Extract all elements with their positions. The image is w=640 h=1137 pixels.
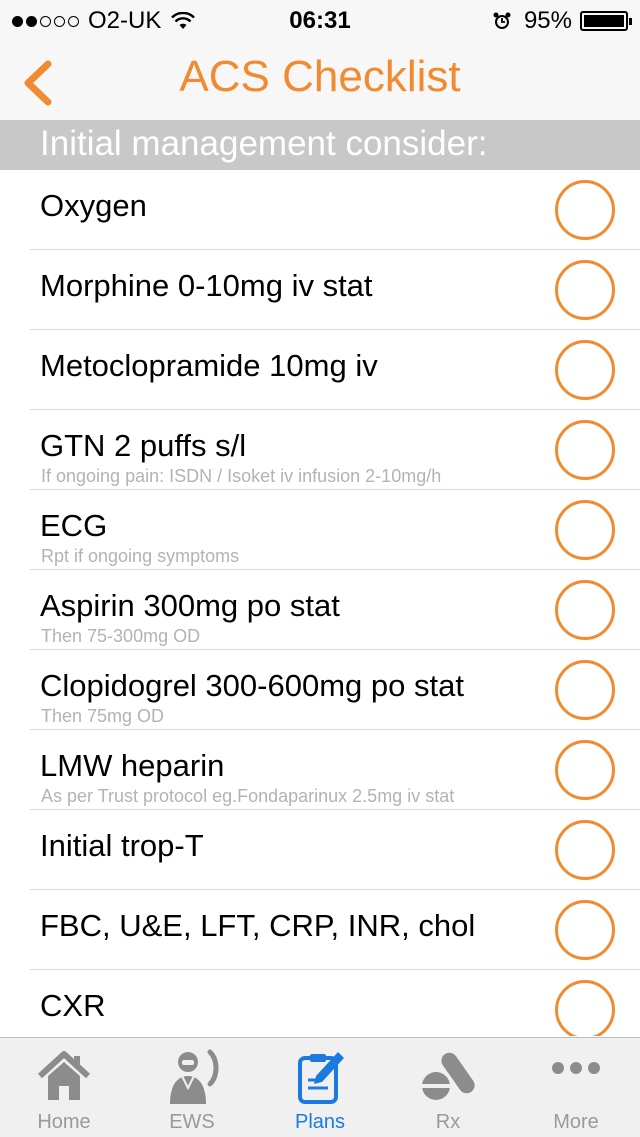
section-header: Initial management consider: [0, 120, 640, 170]
tab-more[interactable]: More [512, 1038, 640, 1137]
tab-plans[interactable]: Plans [256, 1038, 384, 1137]
checkbox-circle[interactable] [555, 420, 615, 480]
checklist-item-metoclopramide[interactable]: Metoclopramide 10mg iv [30, 330, 640, 410]
page-title: ACS Checklist [179, 52, 461, 101]
checklist-item-cxr[interactable]: CXR [30, 970, 640, 1036]
checklist-item-oxygen[interactable]: Oxygen [30, 170, 640, 250]
item-title: Clopidogrel 300-600mg po stat [40, 668, 464, 703]
checklist[interactable]: Oxygen Morphine 0-10mg iv stat Metoclopr… [0, 170, 640, 1036]
item-subtitle: If ongoing pain: ISDN / Isoket iv infusi… [41, 466, 442, 486]
tab-home[interactable]: Home [0, 1038, 128, 1137]
checkbox-circle[interactable] [555, 180, 615, 240]
item-subtitle: Then 75-300mg OD [41, 626, 201, 646]
alarm-clock-icon [493, 12, 511, 29]
item-title: FBC, U&E, LFT, CRP, INR, chol [40, 908, 476, 943]
tab-label: Home [37, 1111, 91, 1133]
checklist-item-gtn[interactable]: GTN 2 puffs s/l If ongoing pain: ISDN / … [30, 410, 640, 490]
checklist-item-lmw-heparin[interactable]: LMW heparin As per Trust protocol eg.Fon… [30, 730, 640, 810]
item-title: Oxygen [40, 188, 147, 223]
item-title: ECG [40, 508, 108, 543]
battery-icon [580, 11, 632, 31]
clipboard-pen-icon [298, 1052, 344, 1104]
checklist-item-aspirin[interactable]: Aspirin 300mg po stat Then 75-300mg OD [30, 570, 640, 650]
tab-label: Plans [294, 1111, 346, 1133]
checklist-item-clopidogrel[interactable]: Clopidogrel 300-600mg po stat Then 75mg … [30, 650, 640, 730]
item-subtitle: As per Trust protocol eg.Fondaparinux 2.… [41, 786, 455, 806]
item-title: Morphine 0-10mg iv stat [40, 268, 373, 303]
checkbox-circle[interactable] [555, 900, 615, 960]
checkbox-circle[interactable] [555, 580, 615, 640]
pills-icon [422, 1052, 475, 1100]
tab-rx[interactable]: Rx [384, 1038, 512, 1137]
checkbox-circle[interactable] [555, 980, 615, 1036]
checklist-item-bloods[interactable]: FBC, U&E, LFT, CRP, INR, chol [30, 890, 640, 970]
checkbox-circle[interactable] [555, 500, 615, 560]
checkbox-circle[interactable] [555, 820, 615, 880]
checklist-item-ecg[interactable]: ECG Rpt if ongoing symptoms [30, 490, 640, 570]
navigation-bar: ACS Checklist [0, 40, 640, 120]
battery-percent: 95% [523, 7, 572, 34]
item-title: LMW heparin [40, 748, 225, 783]
checklist-item-trop-t[interactable]: Initial trop-T [30, 810, 640, 890]
item-title: Initial trop-T [40, 828, 204, 863]
item-title: CXR [40, 988, 106, 1023]
checkbox-circle[interactable] [555, 740, 615, 800]
tab-label: Rx [435, 1111, 461, 1133]
battery-status: 95% [492, 7, 632, 35]
tab-bar: Home EWS Plans Rx More [0, 1037, 640, 1137]
item-title: Aspirin 300mg po stat [40, 588, 340, 623]
tab-ews[interactable]: EWS [128, 1038, 256, 1137]
item-subtitle: Rpt if ongoing symptoms [41, 546, 240, 566]
section-header-label: Initial management consider: [40, 124, 488, 163]
checkbox-circle[interactable] [555, 260, 615, 320]
tab-label: EWS [169, 1111, 215, 1133]
doctor-phone-icon [170, 1049, 219, 1104]
status-bar: O2-UK 06:31 95% [0, 0, 640, 40]
more-dots-icon [552, 1062, 600, 1074]
checkbox-circle[interactable] [555, 660, 615, 720]
item-title: GTN 2 puffs s/l [40, 428, 247, 463]
tab-label: More [553, 1111, 599, 1133]
home-icon [37, 1051, 91, 1100]
checkbox-circle[interactable] [555, 340, 615, 400]
item-title: Metoclopramide 10mg iv [40, 348, 378, 383]
item-subtitle: Then 75mg OD [41, 706, 165, 726]
checklist-item-morphine[interactable]: Morphine 0-10mg iv stat [30, 250, 640, 330]
